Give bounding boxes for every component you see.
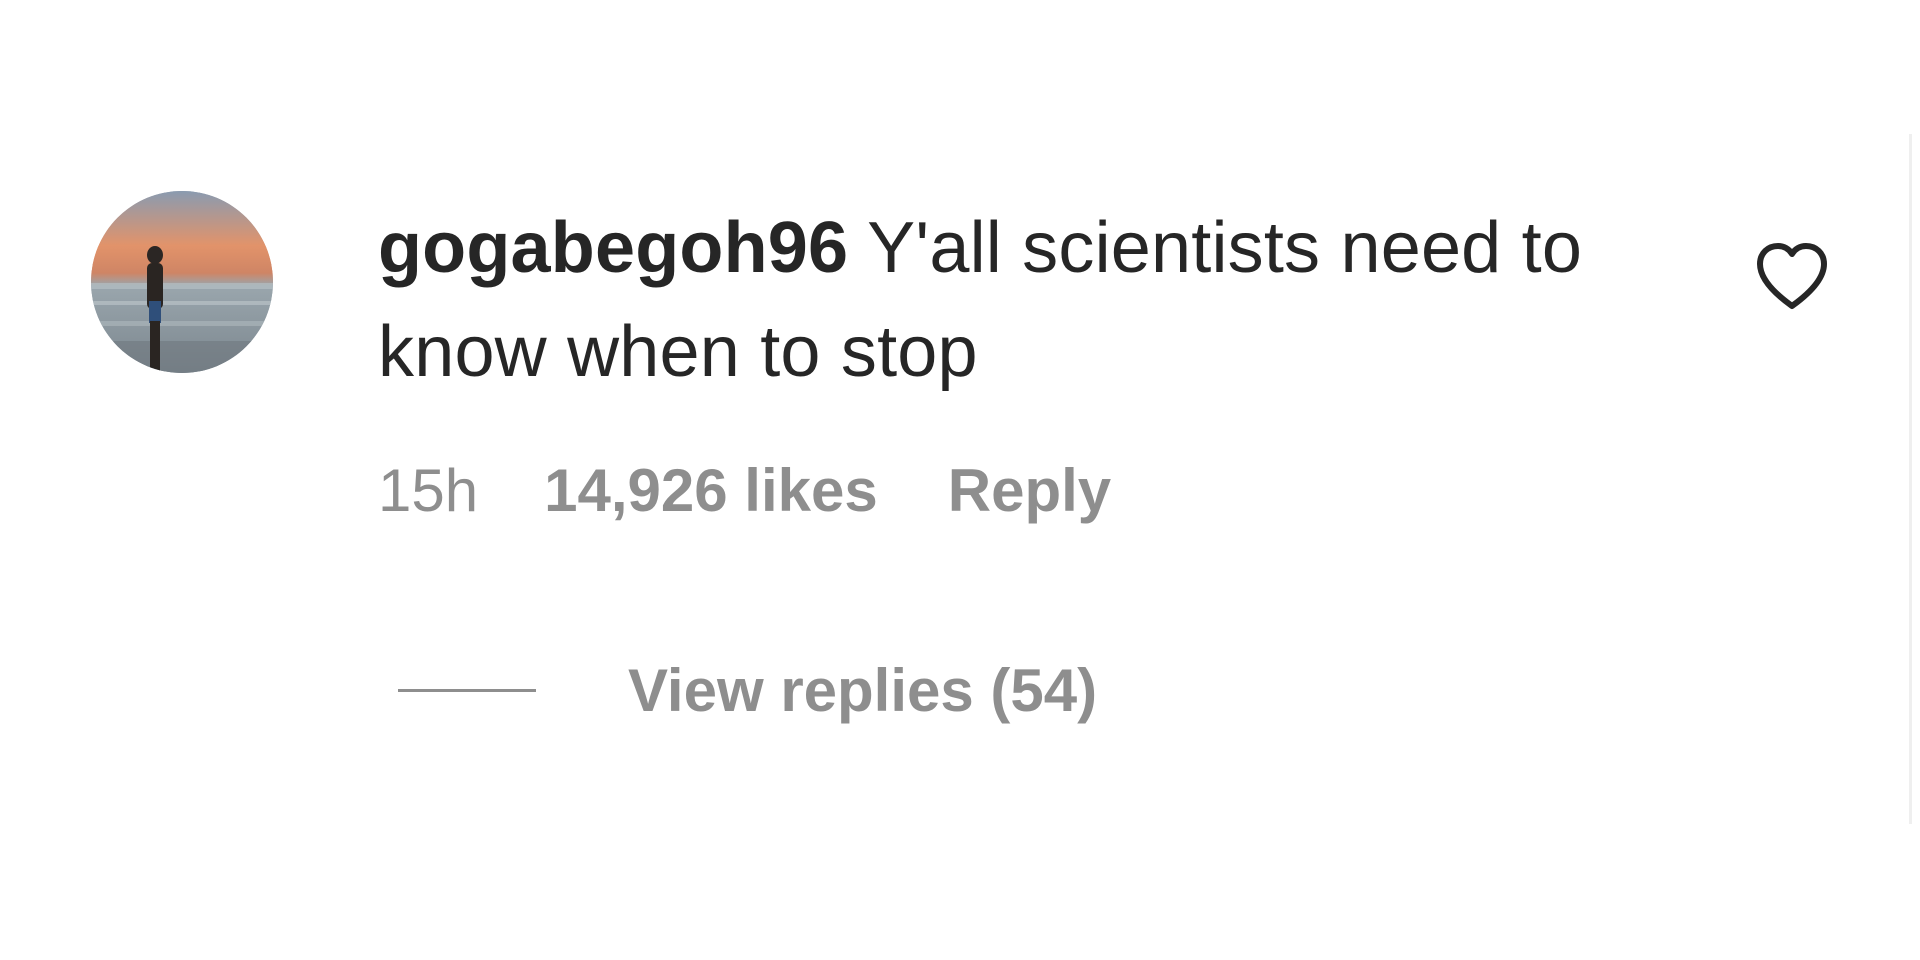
comment-like-count[interactable]: 14,926 likes <box>544 456 878 525</box>
reply-button[interactable]: Reply <box>948 456 1111 525</box>
heart-icon[interactable] <box>1752 240 1832 312</box>
comment-panel: gogabegoh96 Y'all scientists need to kno… <box>0 0 1920 960</box>
view-replies-button[interactable]: View replies (54) <box>398 650 1097 730</box>
comment-username[interactable]: gogabegoh96 <box>378 208 848 288</box>
comment-timestamp[interactable]: 15h <box>378 456 478 525</box>
avatar[interactable] <box>91 191 273 373</box>
replies-divider-line <box>398 688 536 692</box>
comment-body: gogabegoh96 Y'all scientists need to kno… <box>378 196 1638 404</box>
panel-divider <box>1909 134 1912 824</box>
avatar-photo <box>91 191 273 373</box>
comment-meta: 15h 14,926 likes Reply <box>378 450 1111 530</box>
view-replies-label: View replies (54) <box>628 656 1098 724</box>
